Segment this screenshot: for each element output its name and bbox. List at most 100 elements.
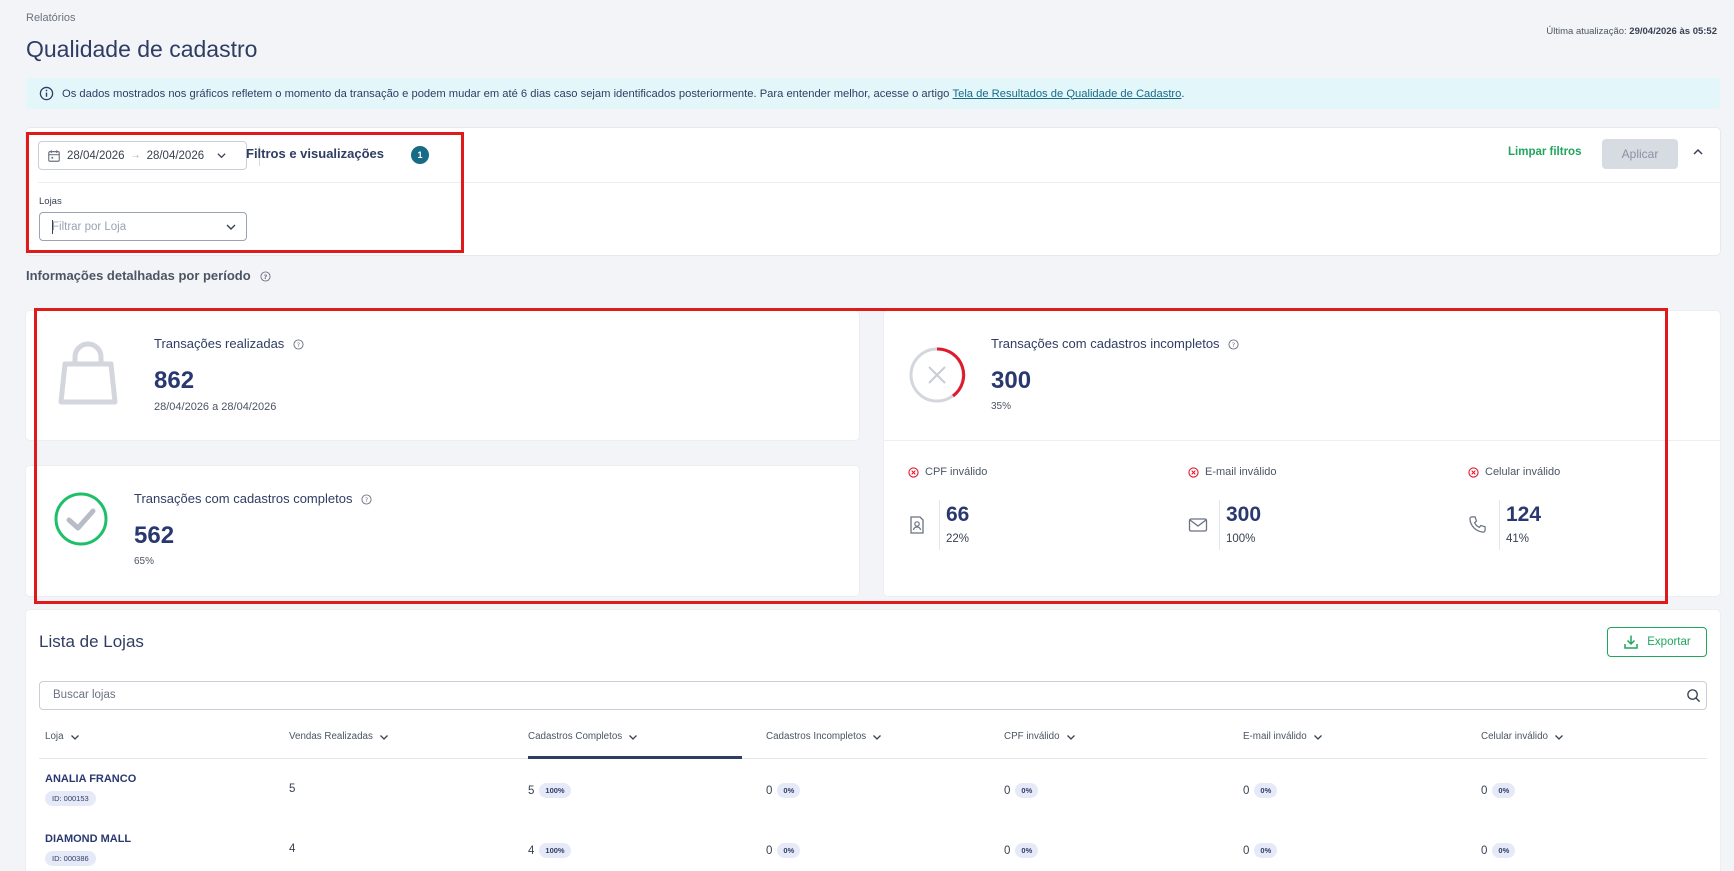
download-icon	[1624, 635, 1639, 649]
filters-title[interactable]: Filtros e visualizações	[246, 146, 384, 161]
export-button[interactable]: Exportar	[1607, 627, 1707, 657]
store-filter-placeholder: Filtrar por Loja	[52, 220, 127, 233]
last-update: Última atualização: 29/04/2026 às 05:52	[1546, 26, 1717, 37]
cell-value: 0	[1243, 844, 1250, 857]
help-icon[interactable]: ?	[361, 494, 372, 505]
cell-cpf: 0 0%	[1004, 783, 1039, 798]
cell-phone: 0 0%	[1481, 843, 1516, 858]
col-header-sales[interactable]: Vendas Realizadas	[289, 731, 389, 742]
detail-email: E-mail inválido	[1188, 466, 1277, 478]
help-icon[interactable]: ?	[293, 339, 304, 350]
detail-email-value: 300	[1226, 503, 1262, 526]
active-sort-indicator	[528, 756, 742, 759]
col-header-label: Vendas Realizadas	[289, 731, 373, 742]
cell-incomplete: 0 0%	[766, 843, 801, 858]
transactions-card: Transações realizadas ? 862 28/04/2026 a…	[26, 311, 859, 440]
divider	[1499, 500, 1500, 550]
pct-badge: 0%	[1492, 843, 1516, 858]
cell-email: 0 0%	[1243, 783, 1278, 798]
col-header-email[interactable]: E-mail inválido	[1243, 731, 1323, 742]
chevron-down-icon	[217, 153, 226, 159]
incomplete-title-text: Transações com cadastros incompletos	[991, 336, 1220, 351]
transactions-title-text: Transações realizadas	[154, 336, 285, 351]
chevron-up-icon[interactable]	[1691, 145, 1705, 159]
detail-cpf-value: 66	[946, 503, 970, 526]
help-icon[interactable]: ?	[1228, 339, 1239, 350]
transactions-title: Transações realizadas ?	[154, 336, 304, 351]
chevron-down-icon	[226, 224, 236, 230]
chevron-down-icon	[1313, 734, 1322, 740]
x-circle-small-icon	[1468, 466, 1479, 478]
detail-phone: Celular inválido	[1468, 466, 1560, 478]
col-header-store[interactable]: Loja	[45, 731, 80, 742]
detail-phone-text: Celular inválido	[1485, 466, 1561, 478]
search-placeholder: Buscar lojas	[53, 689, 116, 701]
store-search-input[interactable]: Buscar lojas	[39, 681, 1707, 710]
x-circle-small-icon	[1188, 466, 1199, 478]
svg-text:?: ?	[1232, 341, 1235, 349]
cell-value: 5	[528, 784, 535, 797]
store-filter-select[interactable]: Filtrar por Loja	[39, 212, 247, 241]
cell-value: 0	[1004, 784, 1011, 797]
detail-phone-pct: 41%	[1506, 533, 1530, 545]
store-name-link[interactable]: DIAMOND MALL	[45, 833, 131, 845]
filter-card: 28/04/2026 → 28/04/2026 Filtros e visual…	[26, 128, 1720, 255]
cell-value: 0	[1243, 784, 1250, 797]
col-header-label: CPF inválido	[1004, 731, 1060, 742]
chevron-down-icon	[873, 734, 882, 740]
section-title-text: Informações detalhadas por período	[26, 268, 251, 283]
cell-value: 4	[528, 844, 535, 857]
incomplete-card: Transações com cadastros incompletos ? 3…	[884, 311, 1720, 596]
date-range-picker[interactable]: 28/04/2026 → 28/04/2026	[38, 141, 247, 170]
last-update-value: 29/04/2026 às 05:52	[1629, 26, 1717, 37]
info-icon	[39, 86, 54, 101]
complete-title-text: Transações com cadastros completos	[134, 491, 353, 506]
col-header-label: E-mail inválido	[1243, 731, 1307, 742]
page-title: Qualidade de cadastro	[26, 36, 258, 62]
complete-card: Transações com cadastros completos ? 562…	[26, 466, 859, 596]
chevron-down-icon	[629, 734, 638, 740]
info-banner-text: Os dados mostrados nos gráficos refletem…	[62, 87, 953, 100]
cell-value: 0	[766, 784, 773, 797]
col-header-cpf[interactable]: CPF inválido	[1004, 731, 1076, 742]
incomplete-title: Transações com cadastros incompletos ?	[991, 336, 1239, 351]
search-icon[interactable]	[1686, 688, 1701, 703]
breadcrumb[interactable]: Relatórios	[26, 12, 76, 24]
svg-text:?: ?	[297, 341, 300, 349]
cell-value: 0	[1004, 844, 1011, 857]
cell-sales: 5	[289, 783, 296, 795]
pct-badge: 100%	[539, 783, 571, 798]
cell-complete: 5 100%	[528, 783, 571, 798]
col-header-label: Celular inválido	[1481, 731, 1548, 742]
col-header-phone[interactable]: Celular inválido	[1481, 731, 1564, 742]
col-header-label: Cadastros Completos	[528, 731, 623, 742]
col-header-complete[interactable]: Cadastros Completos	[528, 731, 638, 742]
pct-badge: 0%	[777, 783, 801, 798]
cell-incomplete: 0 0%	[766, 783, 801, 798]
chevron-down-icon	[1066, 734, 1075, 740]
info-banner-suffix: .	[1181, 87, 1185, 100]
pct-badge: 0%	[1254, 783, 1278, 798]
detail-cpf-text: CPF inválido	[925, 466, 988, 478]
store-name-link[interactable]: ANALIA FRANCO	[45, 773, 136, 785]
clear-filters-button[interactable]: Limpar filtros	[1508, 146, 1581, 158]
chevron-down-icon	[379, 734, 388, 740]
shopping-bag-icon	[58, 341, 118, 405]
id-card-icon	[910, 516, 924, 534]
transactions-value: 862	[154, 367, 195, 394]
cell-email: 0 0%	[1243, 843, 1278, 858]
apply-button[interactable]: Aplicar	[1602, 139, 1678, 169]
info-banner-link[interactable]: Tela de Resultados de Qualidade de Cadas…	[953, 88, 1182, 100]
help-icon[interactable]: ?	[260, 271, 271, 282]
detail-email-text: E-mail inválido	[1205, 466, 1277, 478]
incomplete-pct: 35%	[991, 401, 1012, 412]
section-title: Informações detalhadas por período ?	[26, 268, 271, 283]
pct-badge: 0%	[777, 843, 801, 858]
x-circle-small-icon	[908, 466, 919, 478]
divider	[1219, 500, 1220, 550]
col-header-incomplete[interactable]: Cadastros Incompletos	[766, 731, 882, 742]
store-id-badge: ID: 000153	[45, 791, 96, 806]
store-list-title: Lista de Lojas	[39, 632, 144, 651]
cell-sales: 4	[289, 843, 296, 855]
store-list-card: Lista de Lojas Exportar Buscar lojas Loj…	[26, 610, 1720, 871]
